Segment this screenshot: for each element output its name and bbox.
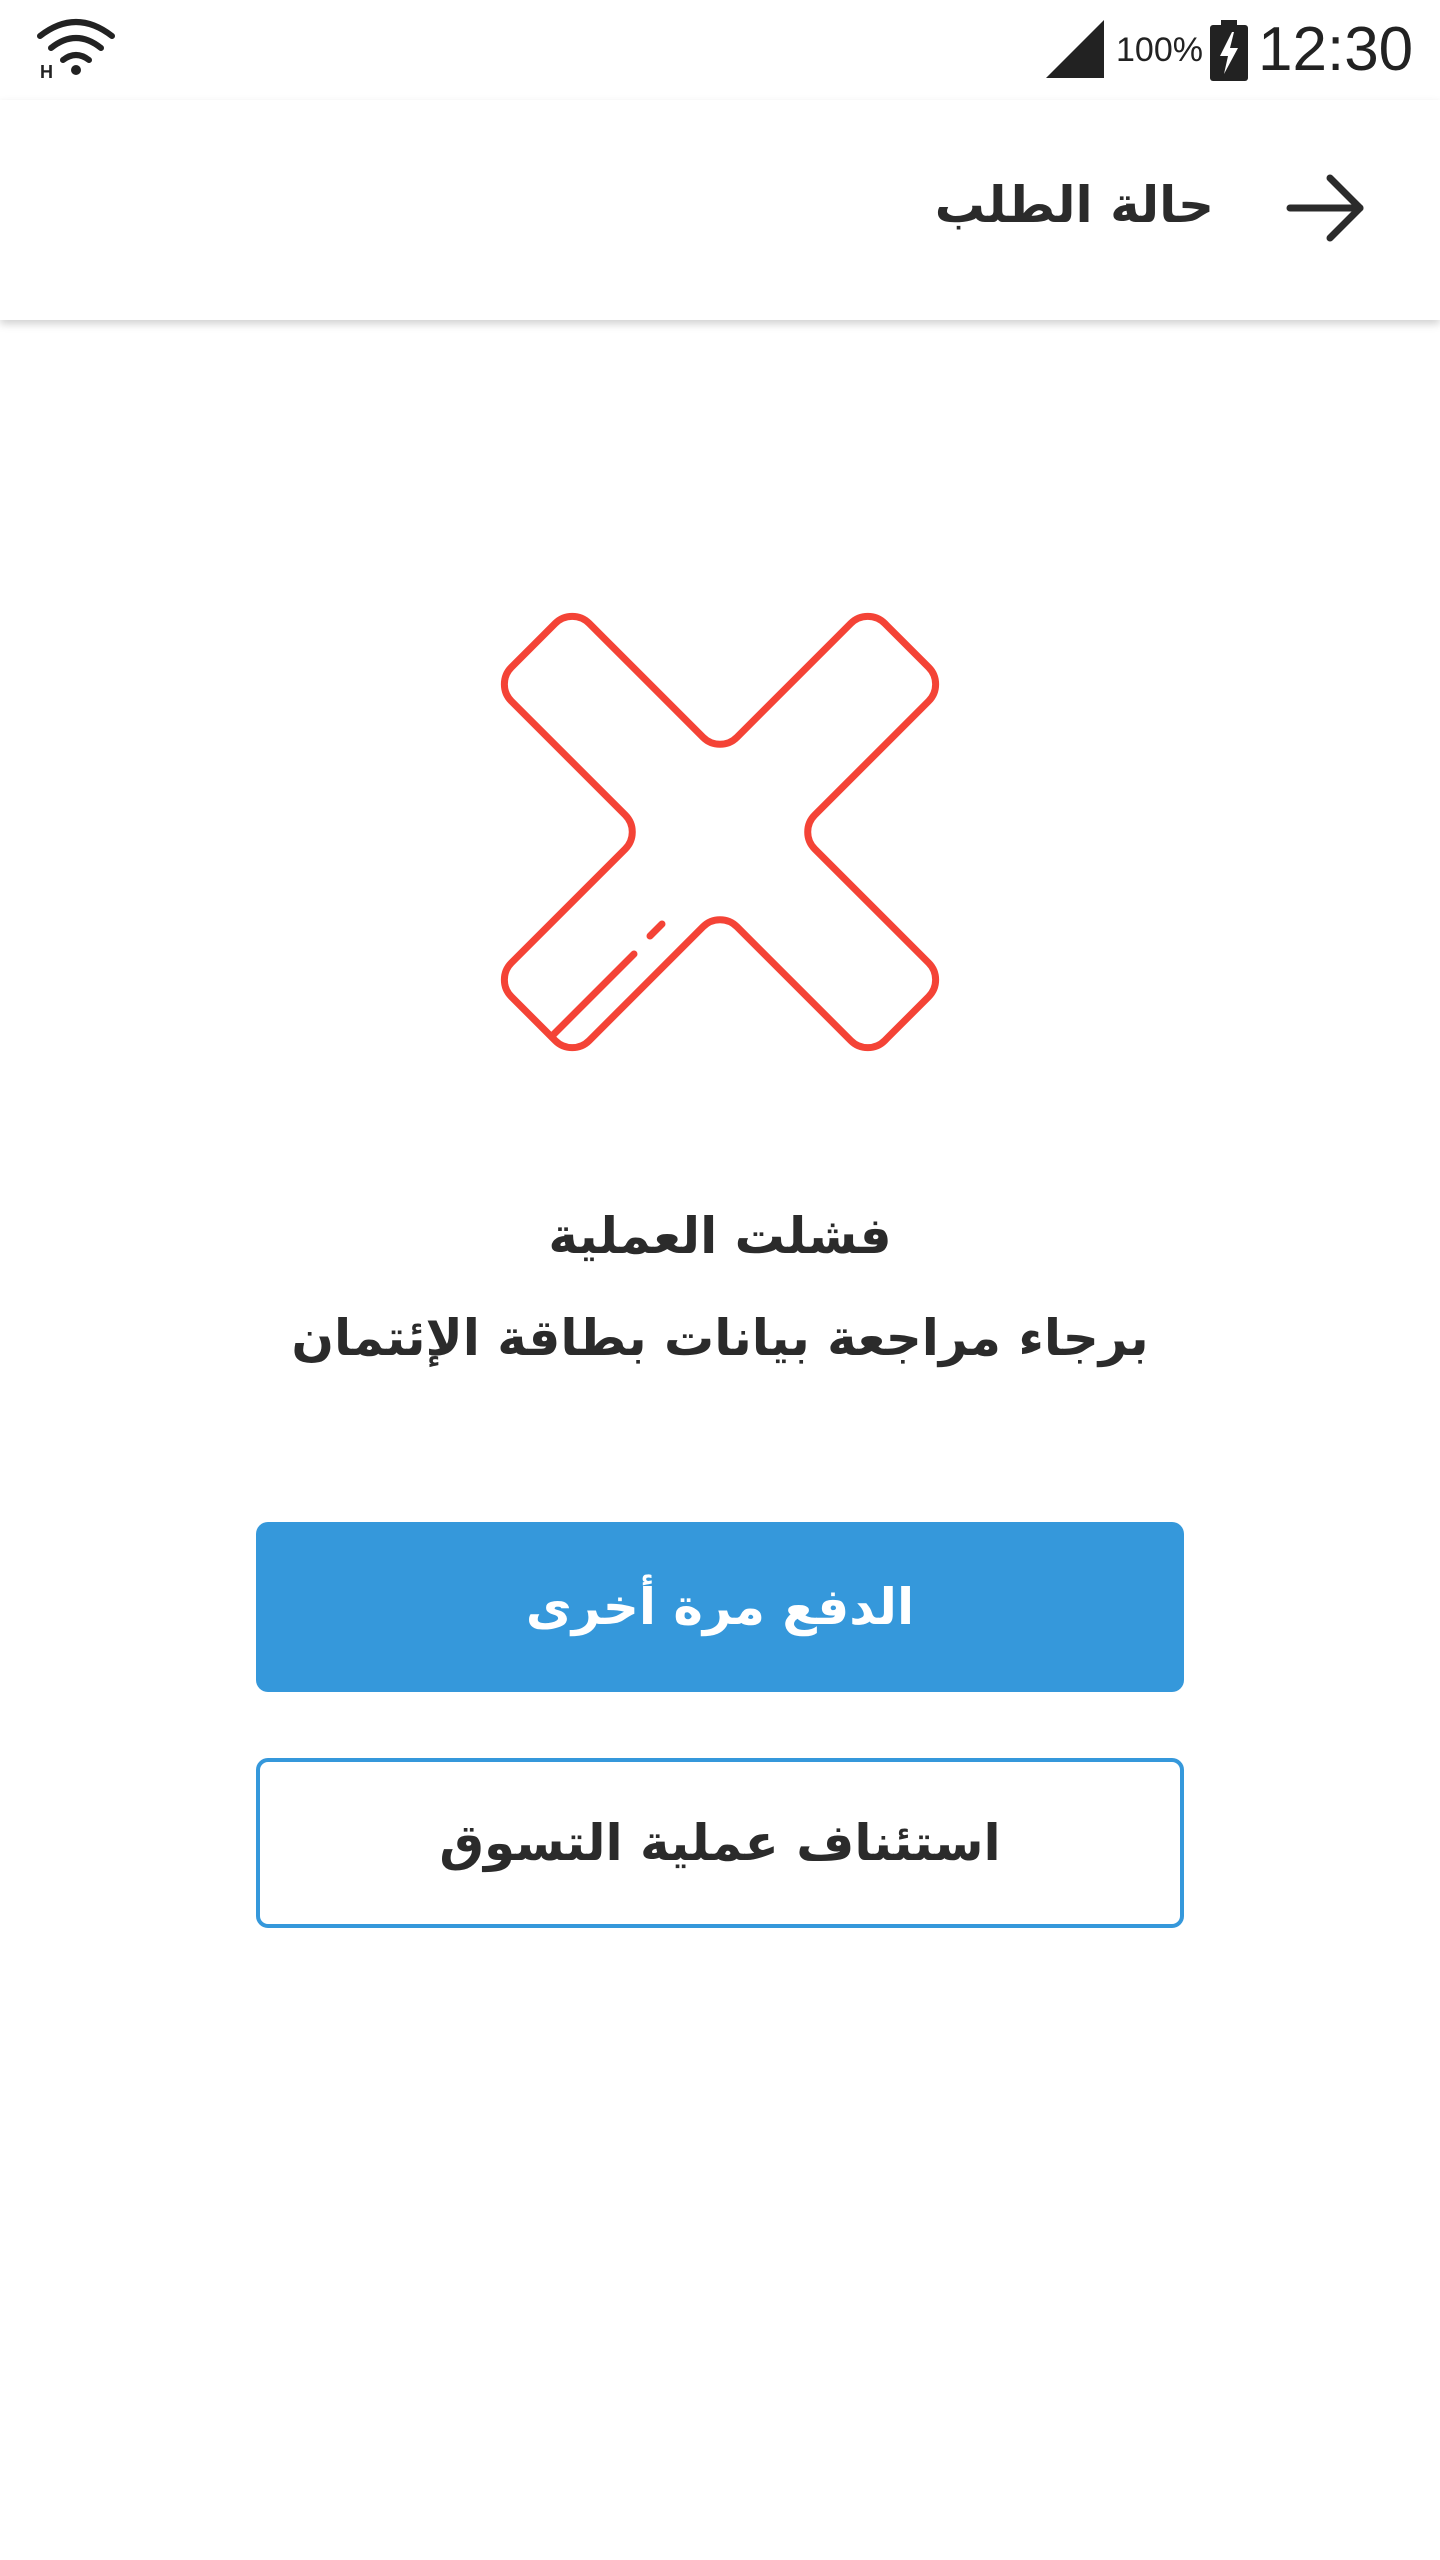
- error-x-icon: [500, 612, 940, 1052]
- clock: 12:30: [1258, 15, 1414, 84]
- status-bar: H 100% 12:30: [0, 0, 1440, 100]
- failure-message: برجاء مراجعة بيانات بطاقة الإئتمان: [291, 1309, 1149, 1367]
- continue-shopping-label: استئناف عملية التسوق: [439, 1814, 1001, 1872]
- arrow-right-icon[interactable]: [1280, 170, 1370, 246]
- battery-percent: 100%: [1116, 31, 1203, 69]
- retry-payment-button[interactable]: الدفع مرة أخرى: [256, 1522, 1184, 1692]
- page-title: حالة الطلب: [934, 176, 1214, 234]
- retry-payment-label: الدفع مرة أخرى: [525, 1578, 915, 1636]
- order-status-screen: H 100% 12:30 حالة الطلب فشلت العملية برج…: [0, 0, 1440, 2560]
- app-bar: حالة الطلب: [0, 100, 1440, 320]
- continue-shopping-button[interactable]: استئناف عملية التسوق: [256, 1758, 1184, 1928]
- failure-title: فشلت العملية: [548, 1207, 892, 1265]
- svg-text:H: H: [40, 62, 53, 80]
- cellular-signal-icon: [1046, 20, 1104, 78]
- battery-charging-icon: [1210, 20, 1248, 81]
- wifi-icon: H: [37, 19, 115, 80]
